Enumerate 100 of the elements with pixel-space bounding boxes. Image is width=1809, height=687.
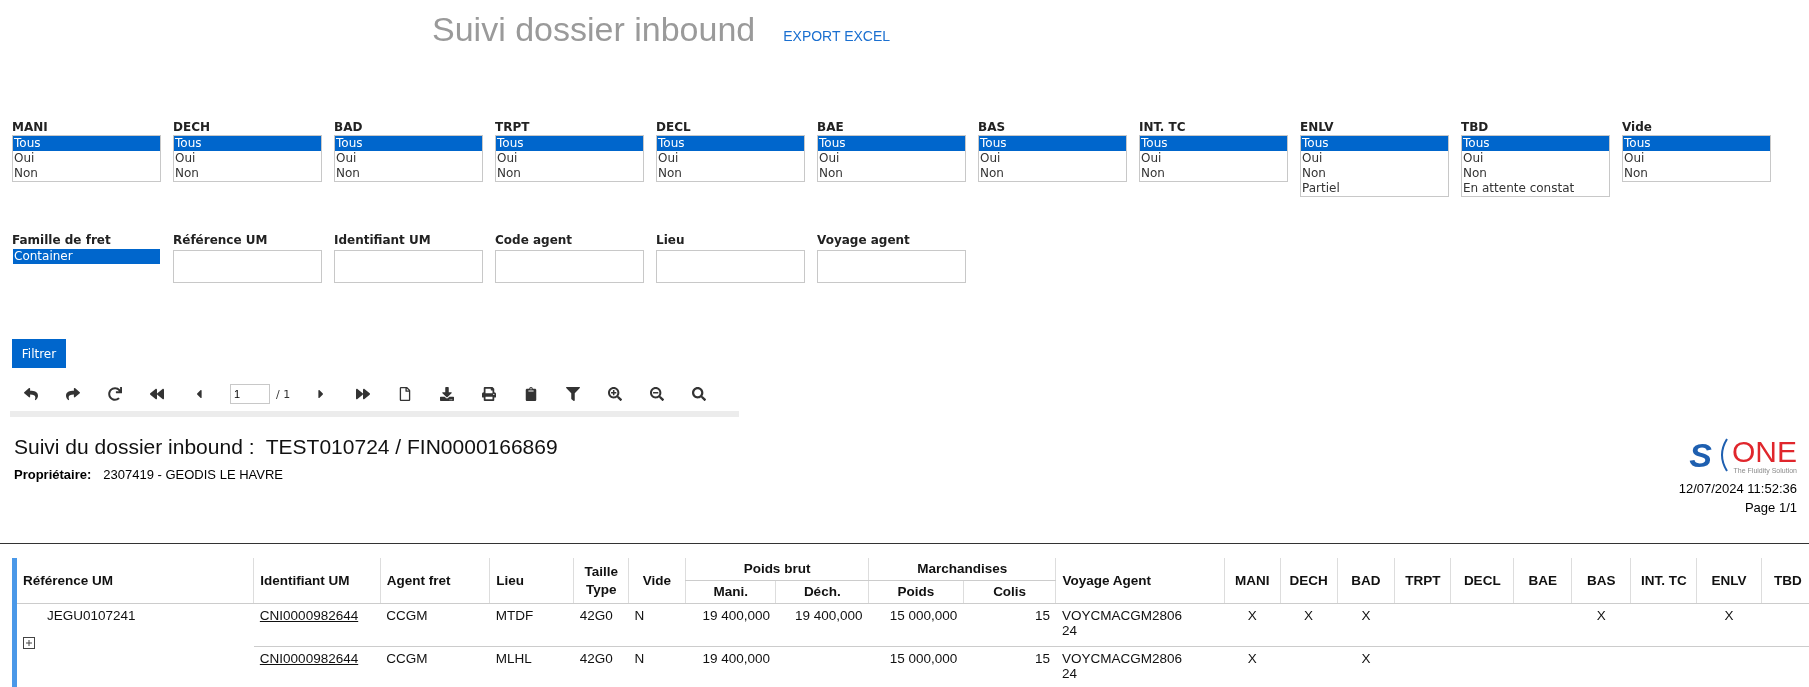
input-field[interactable] bbox=[817, 250, 966, 283]
filter-listbox[interactable]: Tous Oui Non bbox=[817, 135, 966, 182]
print-icon bbox=[482, 387, 497, 401]
listbox-option[interactable]: Tous bbox=[1140, 136, 1287, 151]
table-cell: 19 400,000 bbox=[795, 608, 863, 623]
page-title: Suivi dossier inbound bbox=[432, 10, 756, 49]
filter-label: MANI bbox=[12, 120, 49, 135]
table-cell: X bbox=[1724, 608, 1734, 623]
filter-button[interactable]: Filtrer bbox=[12, 339, 66, 368]
page-total: / 1 bbox=[276, 387, 291, 401]
column-header: Colis bbox=[963, 580, 1056, 604]
table-cell: X bbox=[1596, 608, 1606, 623]
column-header: Agent fret bbox=[380, 558, 490, 604]
listbox-option[interactable]: Non bbox=[657, 166, 804, 181]
table-cell: CCGM bbox=[386, 651, 428, 666]
zoom-in-icon bbox=[608, 387, 623, 401]
listbox-option[interactable]: Oui bbox=[979, 151, 1126, 166]
listbox-option[interactable]: Container bbox=[13, 249, 160, 264]
column-header: MANI bbox=[1224, 558, 1281, 604]
expand-icon[interactable] bbox=[23, 637, 35, 649]
download-icon bbox=[440, 387, 455, 401]
listbox-option[interactable]: Oui bbox=[818, 151, 965, 166]
column-header: Voyage Agent bbox=[1055, 558, 1225, 604]
column-group-header: Poids brut bbox=[685, 558, 869, 581]
listbox-option[interactable]: Oui bbox=[1462, 151, 1609, 166]
listbox-option[interactable]: Oui bbox=[496, 151, 643, 166]
input-field[interactable] bbox=[656, 250, 805, 283]
column-header: Taille Type bbox=[573, 558, 629, 604]
listbox-option[interactable]: En attente constat bbox=[1462, 181, 1609, 196]
table-cell: MLHL bbox=[495, 651, 532, 666]
table-cell-text: VOYCMACGM280624 bbox=[1061, 608, 1183, 638]
listbox-option[interactable]: Non bbox=[1140, 166, 1287, 181]
column-header: DECL bbox=[1450, 558, 1514, 604]
filter-icon bbox=[566, 387, 581, 401]
listbox-option[interactable]: Non bbox=[335, 166, 482, 181]
listbox-option[interactable]: Tous bbox=[1623, 136, 1770, 151]
table-cell-text: VOYCMACGM280624 bbox=[1061, 651, 1183, 681]
listbox-option[interactable]: Oui bbox=[1140, 151, 1287, 166]
table-cell: X bbox=[1304, 608, 1314, 623]
listbox-option[interactable]: Tous bbox=[979, 136, 1126, 151]
table-cell: CCGM bbox=[386, 608, 428, 623]
filter-listbox[interactable]: Tous Oui Non bbox=[12, 135, 161, 182]
listbox-option[interactable]: Non bbox=[818, 166, 965, 181]
field-label: Voyage agent bbox=[817, 233, 911, 248]
listbox-option[interactable]: Non bbox=[496, 166, 643, 181]
identifier-link[interactable]: CNI0000982644 bbox=[259, 651, 359, 666]
table-cell: 15 bbox=[1034, 651, 1050, 666]
listbox-option[interactable]: Tous bbox=[657, 136, 804, 151]
column-header: Identifiant UM bbox=[253, 558, 381, 604]
filter-label: BAD bbox=[334, 120, 364, 135]
listbox-option[interactable]: Non bbox=[979, 166, 1126, 181]
listbox-option[interactable]: Non bbox=[13, 166, 160, 181]
listbox-option[interactable]: Non bbox=[1462, 166, 1609, 181]
listbox-option[interactable]: Oui bbox=[1623, 151, 1770, 166]
filter-label: TRPT bbox=[495, 120, 531, 135]
filter-listbox[interactable]: Tous Oui Non bbox=[1622, 135, 1771, 182]
identifier-link[interactable]: CNI0000982644 bbox=[259, 608, 359, 623]
input-field[interactable] bbox=[173, 250, 322, 283]
column-header: INT. TC bbox=[1630, 558, 1697, 604]
listbox-option[interactable]: Non bbox=[1301, 166, 1448, 181]
listbox-option[interactable]: Tous bbox=[335, 136, 482, 151]
column-header: DECH bbox=[1280, 558, 1337, 604]
page-count: Page 1/1 bbox=[1744, 500, 1797, 515]
listbox-option[interactable]: Partiel bbox=[1301, 181, 1448, 196]
listbox-option[interactable]: Tous bbox=[13, 136, 160, 151]
export-link[interactable]: EXPORT EXCEL bbox=[783, 28, 891, 44]
filter-listbox[interactable]: Tous Oui Non Partiel bbox=[1300, 135, 1449, 197]
filter-listbox[interactable]: Tous Oui Non bbox=[656, 135, 805, 182]
clipboard-icon bbox=[524, 387, 539, 401]
filter-listbox[interactable]: Tous Oui Non En attente constat bbox=[1461, 135, 1610, 197]
listbox-option[interactable]: Tous bbox=[496, 136, 643, 151]
column-header: Vide bbox=[628, 558, 686, 604]
listbox-option[interactable]: Oui bbox=[657, 151, 804, 166]
table-cell: 42G0 bbox=[579, 608, 613, 623]
listbox-option[interactable]: Non bbox=[1623, 166, 1770, 181]
listbox-option[interactable]: Tous bbox=[1301, 136, 1448, 151]
field-label: Famille de fret bbox=[12, 233, 112, 248]
table-cell: 15 000,000 bbox=[889, 608, 958, 623]
filter-label: Vide bbox=[1622, 120, 1653, 135]
table-cell: N bbox=[634, 651, 645, 666]
filter-listbox[interactable]: Tous Oui Non bbox=[1139, 135, 1288, 182]
listbox-option[interactable]: Tous bbox=[1462, 136, 1609, 151]
filter-listbox[interactable]: Tous Oui Non bbox=[334, 135, 483, 182]
listbox-option[interactable]: Oui bbox=[335, 151, 482, 166]
table-cell: 15 000,000 bbox=[889, 651, 958, 666]
listbox-option[interactable]: Non bbox=[174, 166, 321, 181]
filter-listbox[interactable]: Tous Oui Non bbox=[173, 135, 322, 182]
listbox-option[interactable]: Oui bbox=[13, 151, 160, 166]
input-field[interactable] bbox=[334, 250, 483, 283]
page-number-field[interactable]: 1 bbox=[230, 384, 270, 404]
listbox-option[interactable]: Oui bbox=[1301, 151, 1448, 166]
column-header: ENLV bbox=[1696, 558, 1762, 604]
filter-label: TBD bbox=[1461, 120, 1490, 135]
listbox-option[interactable]: Tous bbox=[818, 136, 965, 151]
filter-listbox[interactable]: Tous Oui Non bbox=[495, 135, 644, 182]
filter-listbox[interactable]: Tous Oui Non bbox=[978, 135, 1127, 182]
listbox-option[interactable]: Oui bbox=[174, 151, 321, 166]
input-field[interactable] bbox=[495, 250, 644, 283]
column-header: Déch. bbox=[775, 580, 869, 604]
listbox-option[interactable]: Tous bbox=[174, 136, 321, 151]
